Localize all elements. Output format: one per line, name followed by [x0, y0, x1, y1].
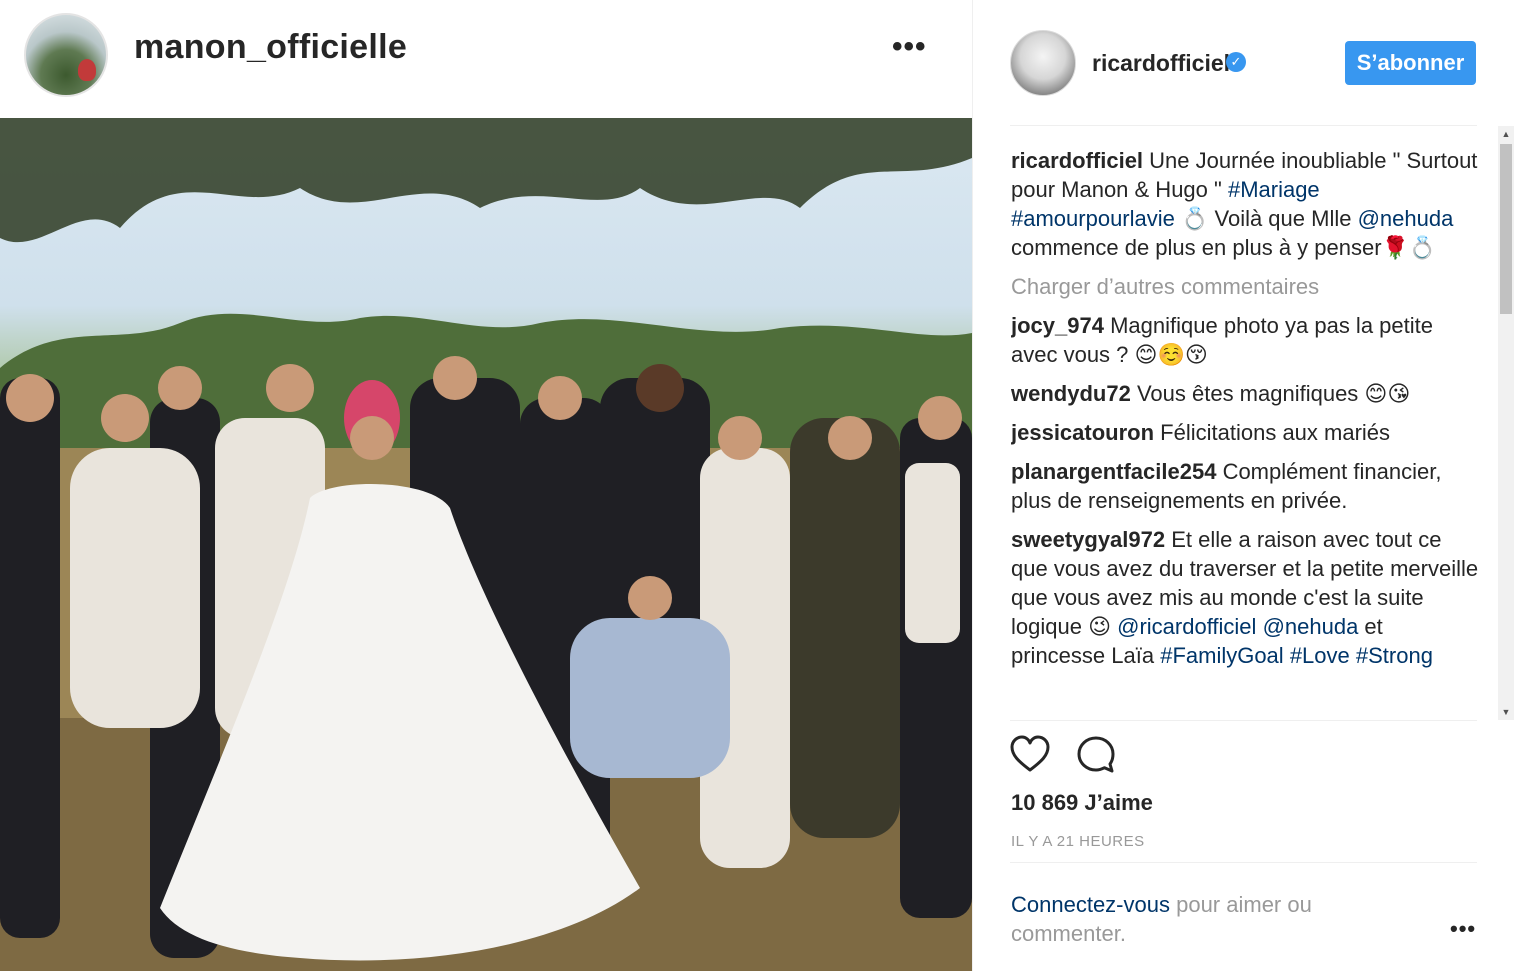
follow-button[interactable]: S’abonner	[1345, 41, 1476, 85]
hashtag-link[interactable]: #amourpourlavie	[1011, 206, 1175, 231]
comments-divider	[1010, 720, 1477, 721]
post-timestamp[interactable]: IL Y A 21 HEURES	[1011, 833, 1145, 850]
login-link[interactable]: Connectez-vous	[1011, 892, 1170, 917]
panel-divider	[972, 0, 973, 971]
scroll-down-arrow-icon[interactable]: ▼	[1498, 704, 1514, 720]
post-actions	[1010, 735, 1210, 775]
comment-username[interactable]: jessicatouron	[1011, 420, 1154, 445]
comment-icon[interactable]	[1076, 735, 1116, 775]
comment-username[interactable]: planargentfacile254	[1011, 459, 1216, 484]
comment-item: planargentfacile254 Complément financier…	[1011, 457, 1481, 515]
more-options-icon[interactable]: •••	[892, 30, 927, 64]
scroll-up-arrow-icon[interactable]: ▲	[1498, 126, 1514, 142]
comment-item: sweetygyal972 Et elle a raison avec tout…	[1011, 527, 1479, 668]
hashtag-link[interactable]: #FamilyGoal	[1160, 643, 1283, 668]
scrollbar-thumb[interactable]	[1500, 144, 1512, 314]
post-photo[interactable]	[0, 118, 972, 971]
author-username[interactable]: ricardofficiel	[1092, 50, 1230, 77]
footer-divider	[1010, 862, 1477, 863]
wedding-group-photo	[0, 118, 972, 971]
post-owner-avatar[interactable]	[24, 13, 108, 97]
caption-username[interactable]: ricardofficiel	[1011, 148, 1143, 173]
caption: ricardofficiel Une Journée inoubliable "…	[1011, 148, 1478, 260]
likes-count[interactable]: 10 869 J’aime	[1011, 790, 1153, 816]
comment-username[interactable]: sweetygyal972	[1011, 527, 1165, 552]
comment-username[interactable]: wendydu72	[1011, 381, 1131, 406]
comments-list: ricardofficiel Une Journée inoubliable "…	[1011, 146, 1481, 718]
comment-text: Vous êtes magnifiques 😊😘	[1136, 381, 1411, 406]
comment-item: jessicatouron Félicitations aux mariés	[1011, 418, 1481, 447]
author-header: ricardofficiel ✓ S’abonner	[1010, 30, 1476, 96]
comment-username[interactable]: jocy_974	[1011, 313, 1104, 338]
verified-badge-icon: ✓	[1226, 52, 1246, 72]
more-options-icon[interactable]: •••	[1450, 916, 1476, 942]
author-avatar[interactable]	[1010, 30, 1076, 96]
hashtag-link[interactable]: #Strong	[1356, 643, 1433, 668]
comment-item: wendydu72 Vous êtes magnifiques 😊😘	[1011, 379, 1481, 408]
heart-icon[interactable]	[1010, 735, 1050, 775]
mention-link[interactable]: @nehuda	[1263, 614, 1359, 639]
mention-link[interactable]: @ricardofficiel	[1117, 614, 1256, 639]
mention-link[interactable]: @nehuda	[1358, 206, 1454, 231]
load-more-comments-button[interactable]: Charger d’autres commentaires	[1011, 272, 1481, 301]
post-owner-username[interactable]: manon_officielle	[134, 28, 407, 67]
comments-scrollbar[interactable]: ▲ ▼	[1498, 126, 1514, 720]
login-prompt: Connectez-vous pour aimer ou commenter.	[1011, 892, 1312, 946]
comment-text: Félicitations aux mariés	[1160, 420, 1391, 445]
header-divider	[1010, 125, 1477, 126]
hashtag-link[interactable]: #Love	[1290, 643, 1350, 668]
hashtag-link[interactable]: #Mariage	[1228, 177, 1320, 202]
post-owner-header: manon_officielle •••	[0, 0, 972, 118]
comment-item: jocy_974 Magnifique photo ya pas la peti…	[1011, 311, 1481, 369]
